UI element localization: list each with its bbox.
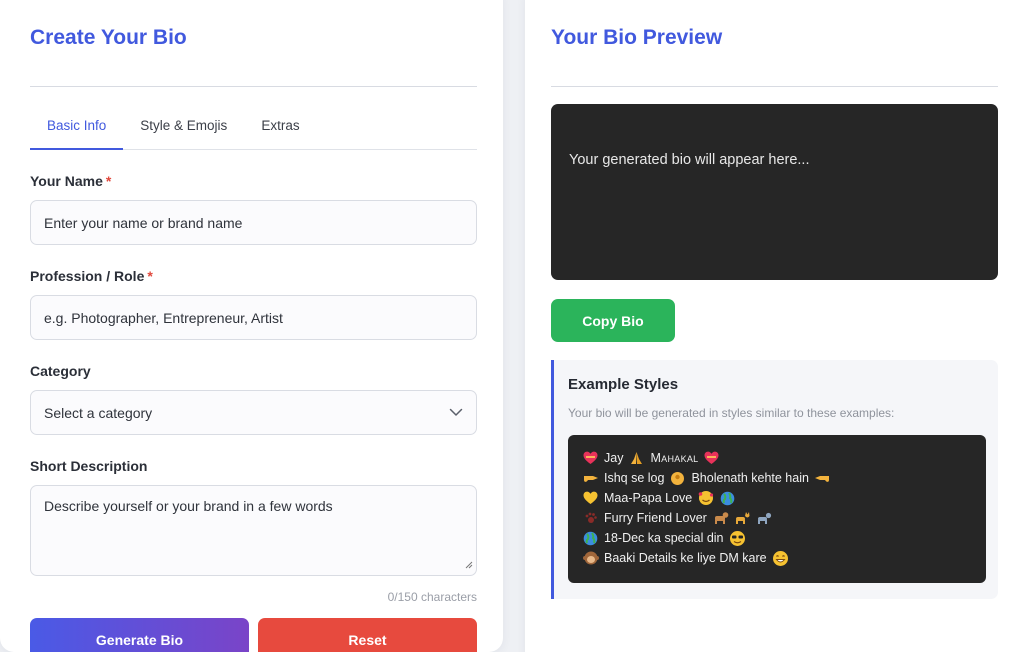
grin-face-icon xyxy=(772,550,789,567)
example-line: Furry Friend Lover xyxy=(582,508,972,528)
name-input[interactable]: Enter your name or brand name xyxy=(30,200,477,245)
globe-icon xyxy=(582,530,599,547)
sunglasses-face-icon xyxy=(729,530,746,547)
category-select[interactable]: Select a category xyxy=(30,390,477,435)
resize-handle-icon[interactable] xyxy=(465,556,473,572)
tab-style-emojis[interactable]: Style & Emojis xyxy=(123,88,244,150)
description-textarea[interactable]: Describe yourself or your brand in a few… xyxy=(30,485,477,576)
paw-icon xyxy=(582,510,599,527)
name-label: Your Name * xyxy=(30,173,112,189)
example-styles-subtitle: Your bio will be generated in styles sim… xyxy=(568,406,895,420)
om-icon xyxy=(669,470,686,487)
example-styles-card: Example Styles Your bio will be generate… xyxy=(551,360,998,599)
globe-icon xyxy=(719,490,736,507)
create-bio-panel: Create Your Bio Basic Info Style & Emoji… xyxy=(0,0,503,652)
required-mark: * xyxy=(147,268,153,284)
example-line: Ishq se log Bholenath kehte hain xyxy=(582,468,972,488)
example-line: 18-Dec ka special din xyxy=(582,528,972,548)
example-bio-box: Jay Mahakal Ishq se log Bholenath kehte … xyxy=(568,435,986,583)
example-styles-title: Example Styles xyxy=(568,376,679,393)
dog2-icon xyxy=(756,510,773,527)
profession-label: Profession / Role * xyxy=(30,268,153,284)
preview-placeholder-text: Your generated bio will appear here... xyxy=(569,152,810,168)
praying-hands-icon xyxy=(628,450,645,467)
category-selected-value: Select a category xyxy=(44,404,153,421)
pointing-right-icon xyxy=(582,470,599,487)
create-bio-title: Create Your Bio xyxy=(30,24,477,87)
monkey-icon xyxy=(582,550,599,567)
cat-icon xyxy=(734,510,751,527)
generate-bio-button[interactable]: Generate Bio xyxy=(30,618,249,652)
dog-icon xyxy=(712,510,729,527)
pointing-left-icon xyxy=(814,470,831,487)
profession-input[interactable]: e.g. Photographer, Entrepreneur, Artist xyxy=(30,295,477,340)
bio-preview-output: Your generated bio will appear here... xyxy=(551,104,998,280)
description-label: Short Description xyxy=(30,458,148,474)
example-line: Maa-Papa Love xyxy=(582,488,972,508)
reset-button[interactable]: Reset xyxy=(258,618,477,652)
smiling-hearts-icon xyxy=(697,490,714,507)
profession-input-placeholder: e.g. Photographer, Entrepreneur, Artist xyxy=(44,309,283,326)
heart-ribbon-icon xyxy=(582,450,599,467)
heart-ribbon-icon xyxy=(703,450,720,467)
required-mark: * xyxy=(105,173,112,189)
tab-extras[interactable]: Extras xyxy=(244,88,316,150)
yellow-heart-icon xyxy=(582,490,599,507)
chevron-down-icon xyxy=(449,408,463,417)
bio-preview-title: Your Bio Preview xyxy=(551,24,998,87)
bio-preview-panel: Your Bio Preview Your generated bio will… xyxy=(525,0,1024,652)
char-counter: 0/150 characters xyxy=(387,590,477,604)
tab-bar: Basic Info Style & Emojis Extras xyxy=(30,88,477,150)
name-input-placeholder: Enter your name or brand name xyxy=(44,214,243,231)
action-buttons: Generate Bio Reset xyxy=(30,618,477,652)
description-placeholder: Describe yourself or your brand in a few… xyxy=(44,498,333,514)
tab-basic-info[interactable]: Basic Info xyxy=(30,88,124,150)
example-line: Jay Mahakal xyxy=(582,448,972,468)
example-line: Baaki Details ke liye DM kare xyxy=(582,548,972,568)
copy-bio-button[interactable]: Copy Bio xyxy=(551,299,675,342)
category-label: Category xyxy=(30,363,91,379)
